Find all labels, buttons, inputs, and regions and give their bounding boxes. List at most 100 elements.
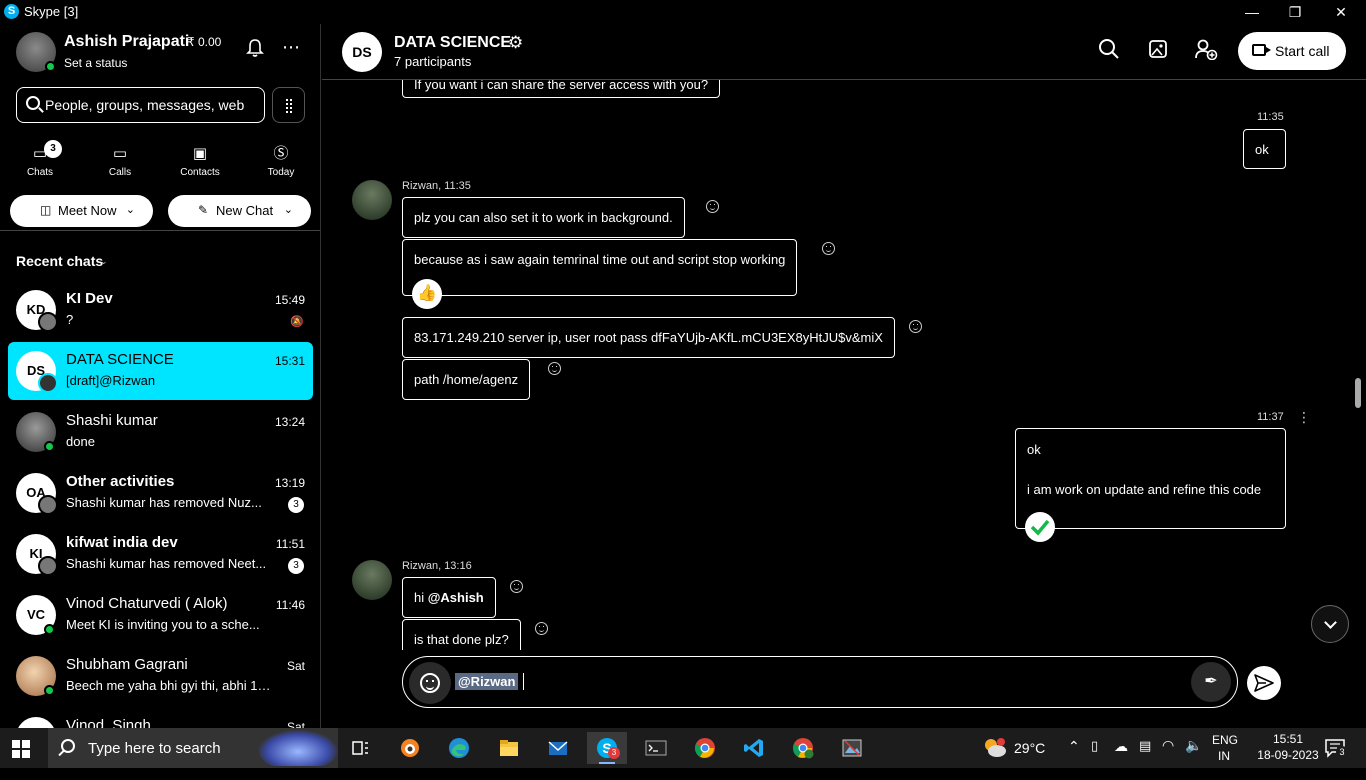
- add-participant-icon[interactable]: [1194, 38, 1220, 64]
- terminal-icon[interactable]: [636, 732, 676, 764]
- composer-mention[interactable]: @Rizwan: [455, 673, 519, 690]
- emoji-button[interactable]: [409, 662, 451, 704]
- taskbar-search[interactable]: Type here to search: [48, 728, 338, 768]
- message-bubble[interactable]: 83.171.249.210 server ip, user root pass…: [402, 317, 895, 358]
- close-button[interactable]: ✕: [1318, 0, 1364, 24]
- volume-icon[interactable]: 🔈: [1185, 737, 1202, 777]
- add-reaction-icon[interactable]: [548, 362, 561, 375]
- gallery-icon[interactable]: [1147, 38, 1173, 64]
- dialpad-button[interactable]: [272, 87, 305, 123]
- ink-pen-icon[interactable]: ✒: [1191, 662, 1231, 702]
- add-reaction-icon[interactable]: [535, 622, 548, 635]
- chevron-down-icon[interactable]: ⌄: [100, 256, 108, 267]
- new-chat-button[interactable]: ✎ New Chat ⌄: [168, 195, 311, 227]
- message-list[interactable]: If you want i can share the server acces…: [322, 80, 1366, 650]
- message-bubble[interactable]: because as i saw again temrinal time out…: [402, 239, 798, 296]
- set-status-link[interactable]: Set a status: [64, 56, 127, 70]
- search-icon[interactable]: [1098, 38, 1124, 64]
- chat-preview: Meet KI is inviting you to a sche...: [66, 617, 260, 632]
- add-reaction-icon[interactable]: [510, 580, 523, 593]
- device-icon[interactable]: ▯: [1091, 738, 1098, 778]
- message-bubble[interactable]: is that done plz?: [402, 619, 521, 650]
- notifications-bell-icon[interactable]: [245, 38, 265, 60]
- chat-preview: [draft]@Rizwan: [66, 373, 156, 388]
- chat-item-vinod-chaturvedi[interactable]: VC Vinod Chaturvedi ( Alok) Meet KI is i…: [8, 586, 313, 644]
- network-icon[interactable]: ▤: [1139, 738, 1151, 778]
- nav-today[interactable]: Ⓢ Today: [251, 144, 311, 184]
- participants-count[interactable]: 7 participants: [394, 54, 471, 69]
- add-reaction-icon[interactable]: [822, 242, 835, 255]
- rizwan-avatar[interactable]: [352, 560, 392, 600]
- member-avatar: [38, 312, 58, 332]
- start-call-button[interactable]: Start call: [1238, 32, 1346, 70]
- weather-temp[interactable]: 29°C: [1014, 740, 1045, 780]
- scrollbar-thumb[interactable]: [1355, 378, 1361, 408]
- search-box[interactable]: [16, 87, 265, 123]
- group-title[interactable]: DATA SCIENCE: [394, 34, 511, 52]
- group-avatar[interactable]: DS: [342, 32, 382, 72]
- sidebar: Ashish Prajapati ₹ 0.00 Set a status ⋯ ▭…: [0, 24, 321, 728]
- message-bubble-outgoing[interactable]: ok i am work on update and refine this c…: [1015, 428, 1286, 529]
- chat-item-data-science[interactable]: DS DATA SCIENCE [draft]@Rizwan 15:31: [8, 342, 313, 400]
- chat-preview: Shashi kumar has removed Neet...: [66, 556, 267, 571]
- conversation-pane: DS DATA SCIENCE ⚙ 7 participants Start c…: [322, 24, 1366, 728]
- task-view-icon[interactable]: [340, 732, 380, 764]
- skype-credit[interactable]: ₹ 0.00: [187, 35, 221, 49]
- message-more-icon[interactable]: ⋮: [1297, 409, 1311, 426]
- recent-chats-header[interactable]: Recent chats: [16, 253, 103, 269]
- scroll-to-bottom-button[interactable]: [1311, 605, 1349, 643]
- chat-item-other-activities[interactable]: OA Other activities Shashi kumar has rem…: [8, 464, 313, 522]
- language-indicator[interactable]: ENG IN: [1212, 733, 1238, 773]
- search-icon: [61, 739, 75, 753]
- message-bubble[interactable]: ok: [1243, 129, 1286, 169]
- send-button[interactable]: [1247, 666, 1281, 700]
- message-bubble[interactable]: hi @Ashish: [402, 577, 496, 618]
- checkmark-reaction-icon[interactable]: [1025, 512, 1055, 542]
- chrome-profile-icon[interactable]: [783, 732, 823, 764]
- message-composer[interactable]: @Rizwan ✒: [402, 656, 1238, 708]
- nav-contacts[interactable]: ▣ Contacts: [170, 144, 230, 184]
- file-explorer-icon[interactable]: [489, 732, 529, 764]
- windows-start-icon[interactable]: [12, 740, 30, 758]
- nav-chats[interactable]: ▭ 3 Chats: [10, 140, 70, 184]
- meet-now-button[interactable]: ◫ Meet Now ⌄: [10, 195, 153, 227]
- message-bubble[interactable]: plz you can also set it to work in backg…: [402, 197, 685, 238]
- clock[interactable]: 15:51 18-09-2023: [1257, 732, 1319, 772]
- mention[interactable]: @Ashish: [428, 590, 484, 605]
- mail-icon[interactable]: [538, 732, 578, 764]
- chat-item-shubham-gagrani[interactable]: Shubham Gagrani Beech me yaha bhi gyi th…: [8, 647, 313, 705]
- weather-icon[interactable]: [982, 736, 1008, 760]
- add-reaction-icon[interactable]: [706, 200, 719, 213]
- chat-item-vinod-singh[interactable]: Vinod_Singh Sat: [8, 708, 313, 728]
- nav-calls[interactable]: ▭ Calls: [90, 144, 150, 184]
- thumbs-up-reaction-icon[interactable]: 👍: [412, 279, 442, 309]
- search-input[interactable]: [45, 95, 260, 115]
- message-bubble[interactable]: path /home/agenz: [402, 359, 531, 400]
- wifi-icon[interactable]: ◠: [1162, 737, 1174, 777]
- rizwan-avatar[interactable]: [352, 180, 392, 220]
- add-reaction-icon[interactable]: [909, 320, 922, 333]
- app-circle-icon[interactable]: [390, 732, 430, 764]
- notification-center-icon[interactable]: 3: [1324, 737, 1348, 759]
- restore-button[interactable]: ❐: [1272, 0, 1318, 24]
- minimize-button[interactable]: —: [1229, 0, 1275, 24]
- more-options-icon[interactable]: ⋯: [280, 38, 302, 56]
- skype-taskbar-icon[interactable]: S 3: [587, 732, 627, 764]
- chevron-down-icon[interactable]: ⌄: [284, 203, 293, 216]
- chat-item-ki-dev[interactable]: KD KI Dev ? 15:49 🔕: [8, 281, 313, 339]
- windows-taskbar: Type here to search S 3 29°C ⌃ ▯ ☁ ▤ ◠ 🔈: [0, 728, 1366, 768]
- meet-now-icon: ◫: [40, 203, 52, 217]
- image-app-icon[interactable]: [832, 732, 872, 764]
- chevron-down-icon[interactable]: ⌄: [126, 203, 135, 216]
- chrome-icon[interactable]: [685, 732, 725, 764]
- chevron-up-icon[interactable]: ⌃: [1068, 738, 1080, 778]
- chat-item-shashi-kumar[interactable]: Shashi kumar done 13:24: [8, 403, 313, 461]
- profile-name[interactable]: Ashish Prajapati: [64, 33, 189, 51]
- chat-item-kifwat-india-dev[interactable]: KI kifwat india dev Shashi kumar has rem…: [8, 525, 313, 583]
- sender-meta: Rizwan, 11:35: [402, 180, 471, 192]
- gear-icon[interactable]: ⚙: [508, 33, 523, 53]
- edge-browser-icon[interactable]: [439, 732, 479, 764]
- vscode-icon[interactable]: [734, 732, 774, 764]
- message-bubble[interactable]: If you want i can share the server acces…: [402, 80, 721, 98]
- cloud-icon[interactable]: ☁: [1114, 738, 1128, 778]
